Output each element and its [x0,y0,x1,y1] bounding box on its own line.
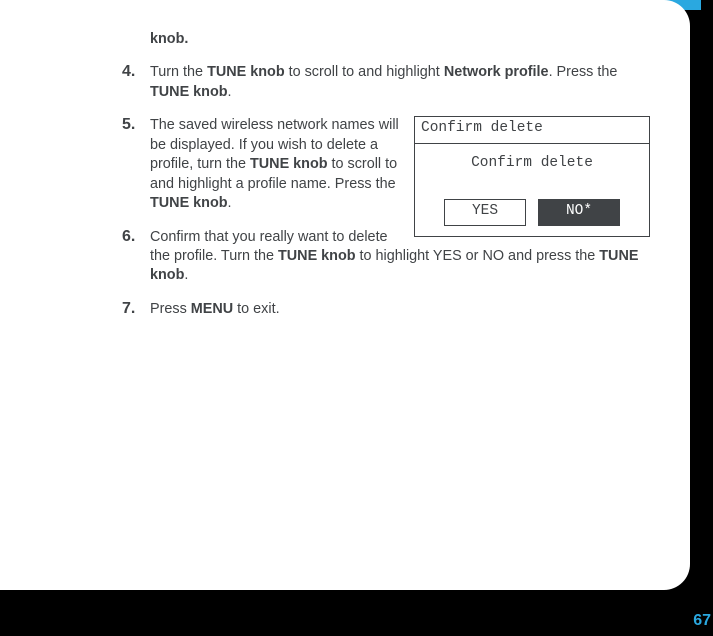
bold-text: TUNE knob [207,64,285,80]
page-number: 67 [693,612,711,630]
bold-text: Network profile [444,64,549,80]
text: . [228,84,232,100]
knob-period: . [184,31,188,47]
text: to scroll to and highlight [285,64,444,80]
yes-button[interactable]: YES [444,199,526,226]
bold-text: TUNE knob [250,156,328,172]
step-6: Confirm that you really want to delete t… [150,228,650,286]
instruction-list: Turn the TUNE knob to scroll to and high… [150,63,650,319]
step-7: Press MENU to exit. [150,300,650,319]
confirm-delete-dialog: Confirm delete Confirm delete YES NO* [414,116,650,237]
text: to exit. [233,301,279,317]
dialog-body: Confirm delete [415,144,649,180]
text: to highlight YES or NO and press the [356,248,600,264]
manual-page: knob. Turn the TUNE knob to scroll to an… [0,0,690,590]
bold-text: MENU [191,301,233,317]
no-button[interactable]: NO* [538,199,620,226]
text: . [184,267,188,283]
knob-word: knob [150,31,184,47]
step-5: Confirm delete Confirm delete YES NO* Th… [150,116,650,213]
bold-text: TUNE knob [278,248,356,264]
text: Press [150,301,191,317]
continuation-line: knob. [150,30,650,49]
text: Turn the [150,64,207,80]
text: . [228,195,232,211]
dialog-title: Confirm delete [415,117,649,144]
bold-text: TUNE knob [150,84,228,100]
content-area: knob. Turn the TUNE knob to scroll to an… [0,30,690,319]
step-4: Turn the TUNE knob to scroll to and high… [150,63,650,102]
bold-text: TUNE knob [150,195,228,211]
text: . Press the [549,64,618,80]
